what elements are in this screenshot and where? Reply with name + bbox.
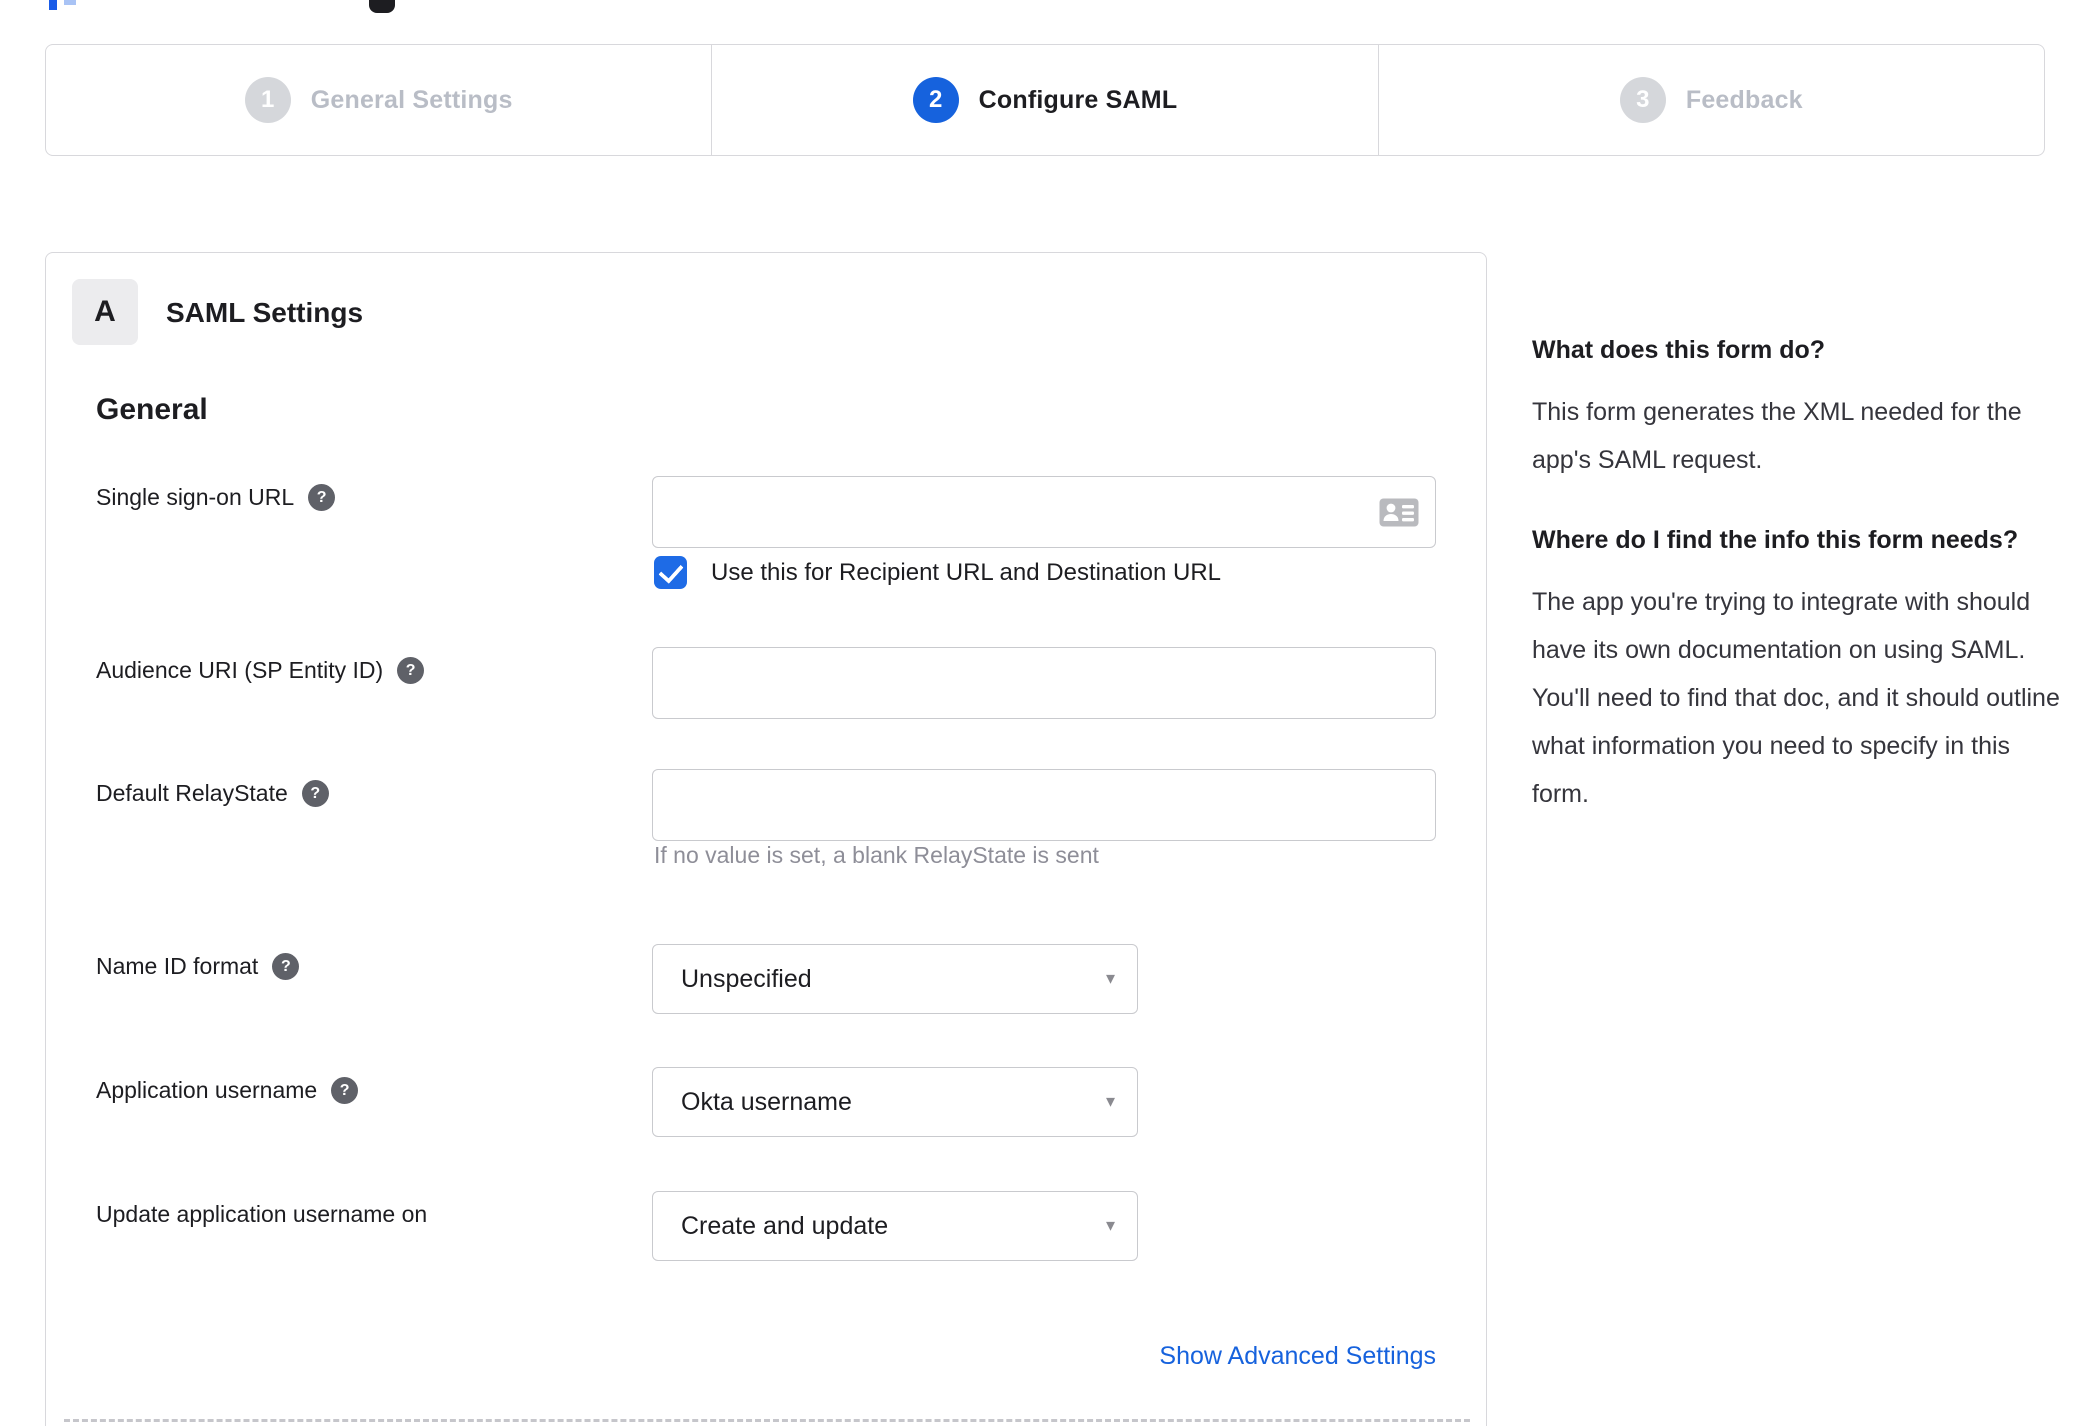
relaystate-input-wrap bbox=[652, 769, 1436, 841]
help-icon[interactable]: ? bbox=[331, 1077, 359, 1104]
section-a-badge: A bbox=[72, 279, 138, 345]
nameid-format-label: Name ID format bbox=[96, 953, 259, 979]
update-username-label: Update application username on bbox=[96, 1201, 428, 1227]
audience-uri-label-row: Audience URI (SP Entity ID) ? bbox=[96, 657, 425, 684]
step-label: Configure SAML bbox=[978, 85, 1178, 114]
audience-uri-input-wrap bbox=[652, 647, 1436, 719]
step-label: General Settings bbox=[310, 85, 513, 114]
page: 1 General Settings 2 Configure SAML 3 Fe… bbox=[0, 0, 2092, 1426]
general-section-heading: General bbox=[96, 393, 208, 426]
step-number-badge: 1 bbox=[244, 77, 291, 123]
sidebar-answer-1: This form generates the XML needed for t… bbox=[1532, 398, 2022, 474]
update-username-select[interactable]: Create and update ▾ bbox=[652, 1191, 1138, 1261]
app-username-label: Application username bbox=[96, 1077, 318, 1103]
chevron-down-icon: ▾ bbox=[1105, 968, 1115, 989]
step-label: Feedback bbox=[1685, 85, 1803, 114]
sso-url-label-row: Single sign-on URL ? bbox=[96, 484, 336, 511]
audience-uri-label: Audience URI (SP Entity ID) bbox=[96, 657, 384, 683]
section-dashed-divider bbox=[64, 1419, 1470, 1422]
help-icon[interactable]: ? bbox=[397, 657, 425, 684]
step-general-settings[interactable]: 1 General Settings bbox=[46, 45, 711, 155]
wizard-stepper: 1 General Settings 2 Configure SAML 3 Fe… bbox=[45, 44, 2045, 156]
app-username-select[interactable]: Okta username ▾ bbox=[652, 1067, 1138, 1137]
relaystate-label: Default RelayState bbox=[96, 780, 288, 806]
sso-url-input[interactable] bbox=[652, 476, 1436, 548]
step-number-badge: 2 bbox=[912, 77, 959, 123]
relaystate-label-row: Default RelayState ? bbox=[96, 780, 329, 807]
saml-settings-card: A SAML Settings General Single sign-on U… bbox=[45, 252, 1487, 1426]
help-sidebar: What does this form do? This form genera… bbox=[1532, 328, 2072, 852]
sso-url-label: Single sign-on URL bbox=[96, 484, 295, 510]
update-username-label-row: Update application username on bbox=[96, 1201, 427, 1228]
help-icon[interactable]: ? bbox=[272, 953, 300, 980]
step-feedback[interactable]: 3 Feedback bbox=[1377, 45, 2044, 155]
sso-url-input-wrap bbox=[652, 476, 1436, 548]
nameid-format-value: Unspecified bbox=[681, 964, 812, 993]
nameid-format-select[interactable]: Unspecified ▾ bbox=[652, 944, 1138, 1014]
chevron-down-icon: ▾ bbox=[1105, 1215, 1115, 1236]
relaystate-input[interactable] bbox=[652, 769, 1436, 841]
sidebar-question-2: Where do I find the info this form needs… bbox=[1532, 526, 2019, 554]
step-configure-saml[interactable]: 2 Configure SAML bbox=[711, 45, 1377, 155]
update-username-value: Create and update bbox=[681, 1211, 889, 1240]
recipient-url-checkbox[interactable] bbox=[654, 556, 687, 589]
clipped-title-fragment-2 bbox=[64, 0, 76, 5]
app-username-label-row: Application username ? bbox=[96, 1077, 359, 1104]
recipient-url-checkbox-row: Use this for Recipient URL and Destinati… bbox=[654, 556, 1221, 589]
clipped-icon-fragment bbox=[369, 0, 395, 13]
clipped-title-fragment bbox=[49, 0, 57, 10]
show-advanced-settings-link[interactable]: Show Advanced Settings bbox=[652, 1342, 1436, 1371]
recipient-url-checkbox-label: Use this for Recipient URL and Destinati… bbox=[711, 558, 1222, 586]
help-icon[interactable]: ? bbox=[301, 780, 329, 807]
chevron-down-icon: ▾ bbox=[1105, 1091, 1115, 1112]
card-title: SAML Settings bbox=[166, 297, 364, 328]
relaystate-helper-text: If no value is set, a blank RelayState i… bbox=[654, 842, 1099, 868]
sidebar-answer-2: The app you're trying to integrate with … bbox=[1532, 588, 2060, 808]
sidebar-question-1: What does this form do? bbox=[1532, 336, 1826, 364]
nameid-format-label-row: Name ID format ? bbox=[96, 953, 300, 980]
contact-card-icon[interactable] bbox=[1378, 497, 1420, 533]
app-username-value: Okta username bbox=[681, 1087, 852, 1116]
step-number-badge: 3 bbox=[1619, 77, 1666, 123]
help-icon[interactable]: ? bbox=[308, 484, 336, 511]
audience-uri-input[interactable] bbox=[652, 647, 1436, 719]
